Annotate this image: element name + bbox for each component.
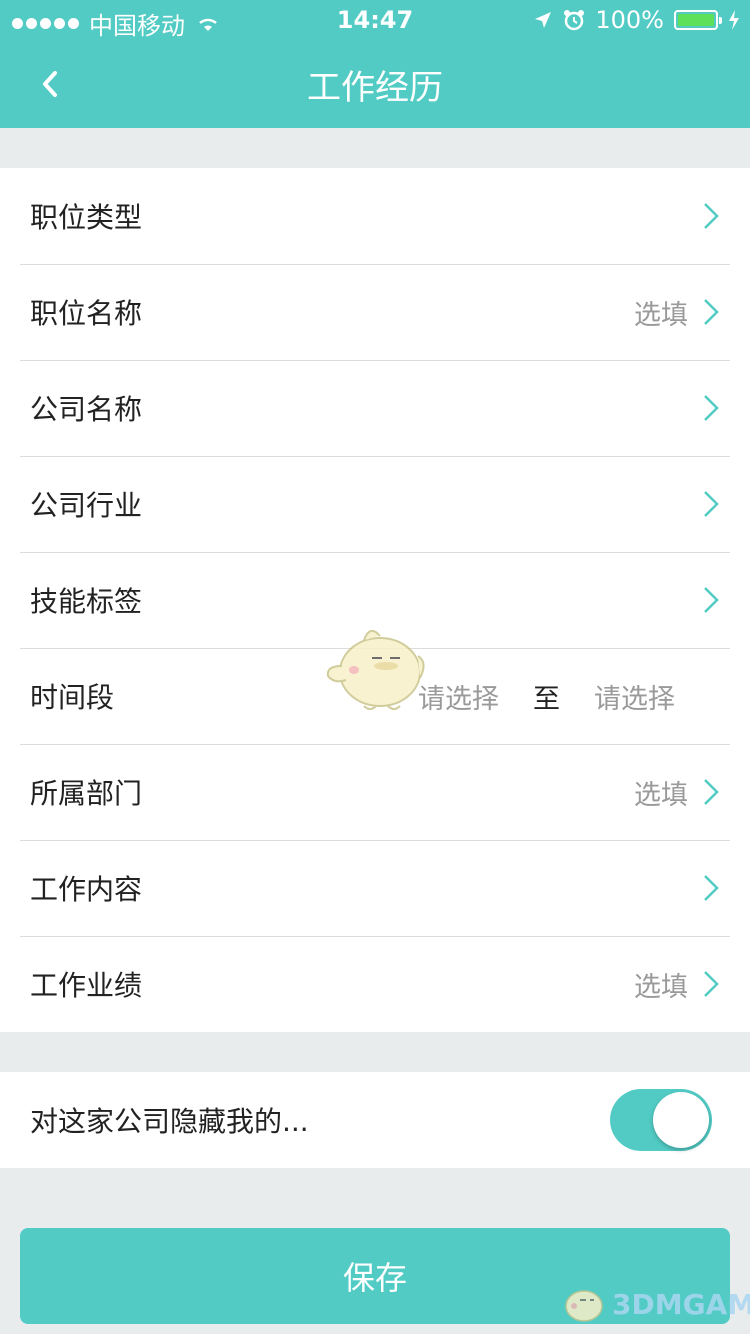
watermark-logo: 3DMGAME (560, 1284, 750, 1324)
chevron-right-icon (704, 203, 719, 229)
row-company-name[interactable]: 公司名称 (0, 360, 750, 456)
row-label: 工作业绩 (30, 969, 143, 1002)
row-hint: 选填 (634, 299, 688, 331)
range-separator: 至 (533, 683, 560, 715)
chevron-right-icon (704, 971, 719, 997)
row-label: 工作内容 (30, 873, 143, 906)
row-department[interactable]: 所属部门 选填 (0, 744, 750, 840)
row-hint: 选填 (634, 779, 688, 811)
row-position-name[interactable]: 职位名称 选填 (0, 264, 750, 360)
time-range: 请选择 至 请选择 (418, 677, 675, 716)
battery-percent: 100% (595, 6, 664, 34)
row-label: 职位类型 (30, 201, 143, 234)
page-title: 工作经历 (307, 68, 443, 108)
chevron-right-icon (704, 779, 719, 805)
watermark-bird-icon (326, 629, 425, 710)
alarm-clock-icon (564, 10, 585, 31)
watermark-text: 3DMGAME (612, 1287, 750, 1321)
charging-bolt-icon (729, 10, 739, 30)
chevron-right-icon (704, 587, 719, 613)
location-arrow-icon (535, 12, 552, 28)
row-work-content[interactable]: 工作内容 (0, 840, 750, 936)
work-experience-form: 职位类型 职位名称 选填 公司名称 公司行业 技能标签 时间段 请选择 至 请选… (0, 168, 750, 1032)
top-bar: 中国移动 14:47 100% 工作经历 (0, 0, 750, 128)
hide-from-company-toggle[interactable] (610, 1089, 712, 1151)
status-bar: 中国移动 14:47 100% (0, 0, 750, 40)
toggle-knob (653, 1092, 709, 1148)
end-date-picker[interactable]: 请选择 (594, 677, 675, 716)
row-work-achievements[interactable]: 工作业绩 选填 (0, 936, 750, 1032)
privacy-toggle-row: 对这家公司隐藏我的... (0, 1072, 750, 1168)
chevron-right-icon (704, 395, 719, 421)
chevron-right-icon (704, 491, 719, 517)
watermark-mascot-icon (565, 1290, 603, 1322)
row-company-industry[interactable]: 公司行业 (0, 456, 750, 552)
row-label: 公司名称 (30, 393, 143, 426)
battery-icon (674, 10, 722, 30)
row-label: 职位名称 (30, 297, 143, 330)
privacy-label: 对这家公司隐藏我的... (30, 1105, 309, 1138)
row-hint: 选填 (634, 971, 688, 1003)
row-label: 所属部门 (30, 777, 143, 810)
row-label: 技能标签 (30, 585, 143, 618)
start-date-picker[interactable]: 请选择 (418, 677, 499, 716)
chevron-right-icon (704, 875, 719, 901)
chevron-right-icon (704, 299, 719, 325)
row-position-type[interactable]: 职位类型 (0, 168, 750, 264)
row-label: 公司行业 (30, 489, 143, 522)
status-right: 100% (533, 6, 740, 34)
